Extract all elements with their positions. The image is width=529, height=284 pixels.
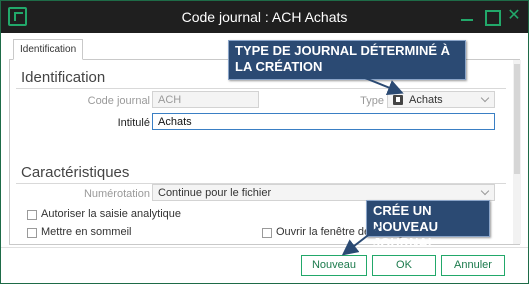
divider xyxy=(16,88,506,89)
callout-type-journal: TYPE DE JOURNAL DÉTERMINÉ À LA CRÉATION xyxy=(228,40,466,80)
tab-identification[interactable]: Identification xyxy=(13,39,84,60)
callout-nouveau: CRÉE UN NOUVEAU JOURNAL xyxy=(366,200,490,250)
chevron-down-icon xyxy=(480,93,490,103)
checkbox-analytique[interactable] xyxy=(27,210,37,220)
annuler-button[interactable]: Annuler xyxy=(441,255,505,276)
checkbox-sommeil[interactable] xyxy=(27,228,37,238)
scrollbar-thumb[interactable] xyxy=(514,64,520,174)
ok-button[interactable]: OK xyxy=(372,255,436,276)
type-select: Achats xyxy=(387,91,495,108)
chevron-down-icon xyxy=(480,186,490,196)
numerotation-select[interactable]: Continue pour le fichier xyxy=(152,184,495,201)
journal-type-icon xyxy=(393,95,403,105)
section-title-identification: Identification xyxy=(21,69,106,86)
numerotation-value: Continue pour le fichier xyxy=(158,187,272,199)
intitule-label: Intitulé xyxy=(117,117,150,129)
code-journal-label: Code journal xyxy=(87,95,150,107)
vertical-scrollbar[interactable] xyxy=(513,60,521,244)
numerotation-label: Numérotation xyxy=(83,188,150,200)
type-label: Type xyxy=(360,95,384,107)
nouveau-button[interactable]: Nouveau xyxy=(301,255,367,276)
code-journal-field: ACH xyxy=(152,91,259,108)
checkbox-lettrage[interactable] xyxy=(262,228,272,238)
footer-divider xyxy=(1,247,528,248)
window-title: Code journal : ACH Achats xyxy=(181,9,348,25)
section-title-caracteristiques: Caractéristiques xyxy=(21,164,130,181)
intitule-input[interactable]: Achats xyxy=(152,113,495,130)
title-bar: Code journal : ACH Achats ✕ xyxy=(1,1,528,33)
type-value: Achats xyxy=(409,94,443,106)
minimize-icon[interactable] xyxy=(457,6,477,26)
checkbox-sommeil-label: Mettre en sommeil xyxy=(41,226,132,238)
maximize-icon[interactable] xyxy=(481,6,501,26)
close-icon[interactable]: ✕ xyxy=(504,6,524,26)
checkbox-analytique-label: Autoriser la saisie analytique xyxy=(41,208,182,220)
